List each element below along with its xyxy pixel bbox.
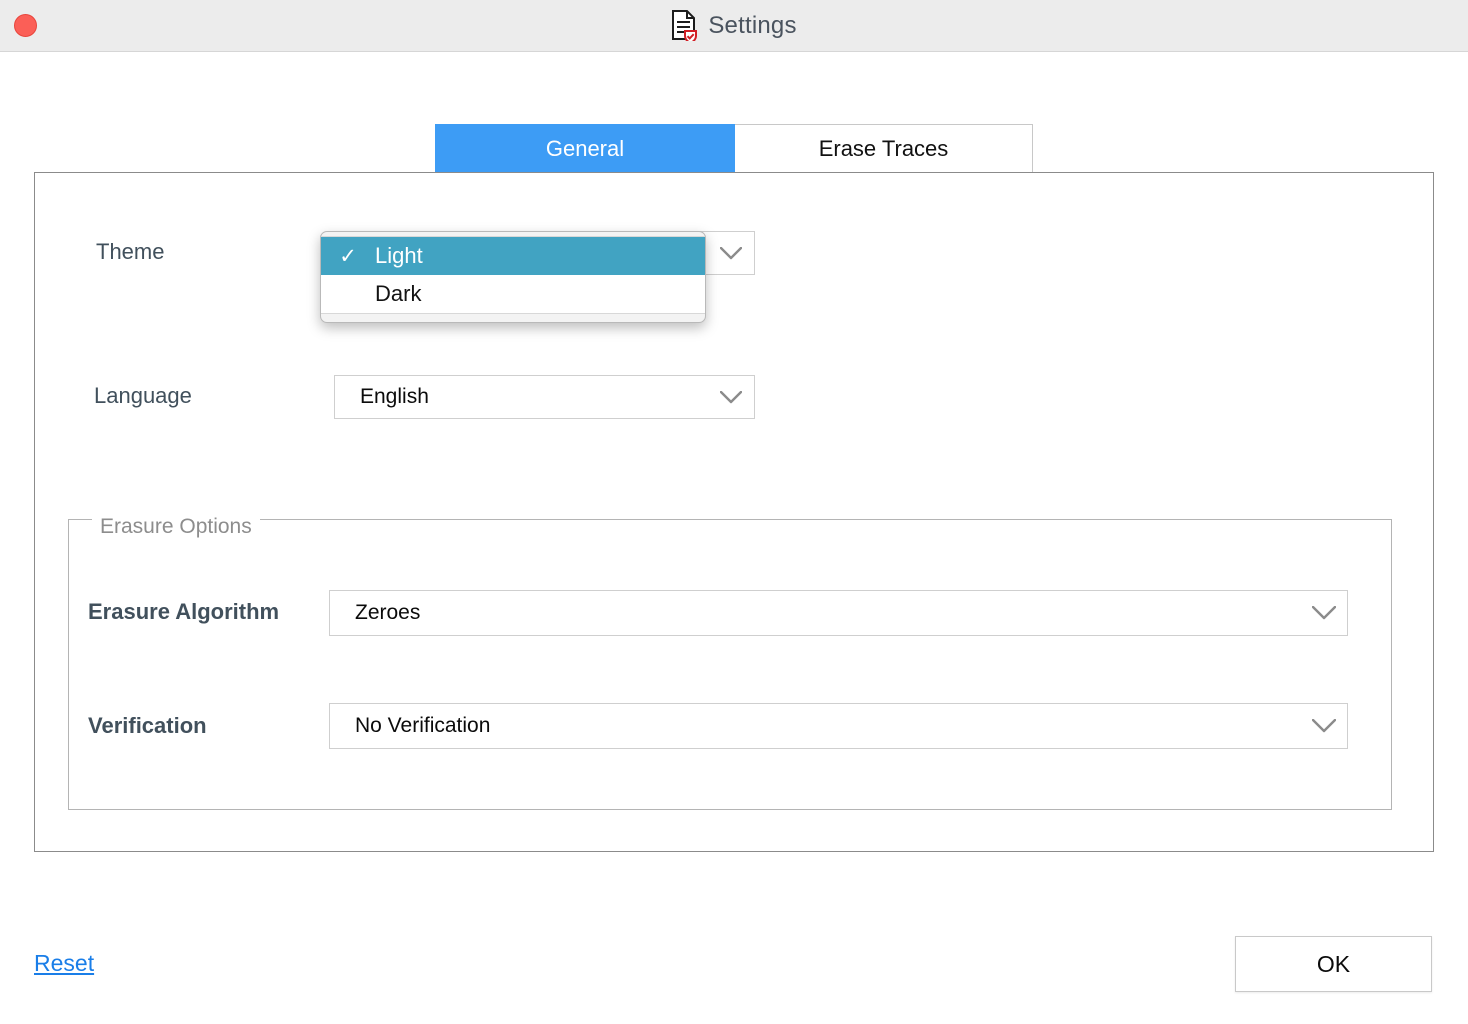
chevron-down-icon (1307, 591, 1341, 635)
title-bar: Settings (0, 0, 1468, 52)
chevron-down-icon (1307, 704, 1341, 748)
language-select-value: English (360, 385, 429, 408)
erasure-options-group (68, 519, 1392, 810)
theme-option-dark-label: Dark (375, 281, 422, 306)
check-icon: ✓ (339, 244, 357, 268)
close-window-button[interactable] (14, 14, 37, 37)
erasure-options-legend: Erasure Options (92, 516, 260, 537)
chevron-down-icon (714, 376, 748, 418)
verification-value: No Verification (355, 714, 491, 737)
theme-label: Theme (96, 239, 165, 264)
tab-erase-traces[interactable]: Erase Traces (735, 124, 1033, 173)
erasure-algorithm-value: Zeroes (355, 601, 421, 624)
reset-link[interactable]: Reset (34, 950, 94, 977)
verification-label: Verification (88, 713, 207, 738)
tab-bar: General Erase Traces (435, 124, 1033, 173)
ok-button[interactable]: OK (1235, 936, 1432, 992)
theme-dropdown-list: ✓ Light Dark (321, 236, 705, 314)
theme-option-light-label: Light (375, 243, 423, 268)
tab-general[interactable]: General (435, 124, 735, 173)
language-select[interactable]: English (334, 375, 755, 419)
theme-option-dark[interactable]: Dark (321, 275, 705, 313)
document-shield-icon (671, 10, 698, 41)
verification-select[interactable]: No Verification (329, 703, 1348, 749)
language-label: Language (94, 383, 192, 408)
window-title-group: Settings (0, 0, 1468, 51)
theme-dropdown-menu: ✓ Light Dark (320, 231, 706, 323)
theme-option-light[interactable]: ✓ Light (321, 237, 705, 275)
erasure-algorithm-select[interactable]: Zeroes (329, 590, 1348, 636)
chevron-down-icon (714, 232, 748, 274)
page-title: Settings (708, 11, 797, 39)
erasure-algorithm-label: Erasure Algorithm (88, 599, 280, 624)
